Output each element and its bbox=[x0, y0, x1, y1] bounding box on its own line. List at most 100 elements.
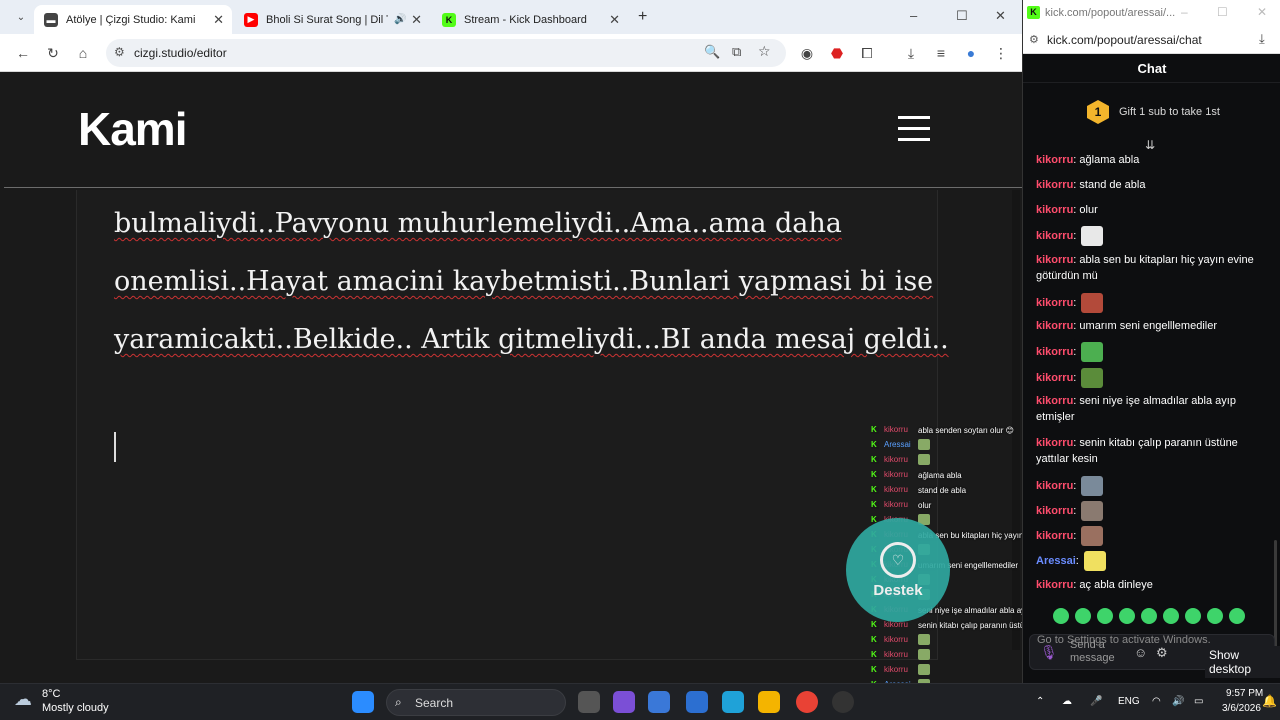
store-icon[interactable] bbox=[648, 691, 670, 713]
chat-username[interactable]: kikorru bbox=[1036, 254, 1073, 266]
emote-icon[interactable] bbox=[1081, 501, 1104, 521]
emoji-icon[interactable]: ☺ bbox=[1134, 645, 1147, 660]
close-tab-icon[interactable]: ✕ bbox=[213, 12, 224, 28]
maximize-button[interactable]: ☐ bbox=[1217, 5, 1228, 19]
back-icon[interactable]: ← bbox=[14, 44, 32, 62]
pin-icon[interactable]: ⇊ bbox=[1145, 138, 1155, 152]
show-hidden-icons-icon[interactable]: ⌃ bbox=[1036, 696, 1044, 707]
chat-username[interactable]: kikorru bbox=[1036, 230, 1073, 242]
emote-icon[interactable] bbox=[1229, 608, 1245, 624]
close-tab-icon[interactable]: ✕ bbox=[411, 12, 422, 28]
close-window-button[interactable]: ✕ bbox=[1257, 5, 1267, 19]
chat-username[interactable]: kikorru bbox=[1036, 437, 1073, 449]
chat-username[interactable]: kikorru bbox=[1036, 179, 1073, 191]
destek-button[interactable]: ♡ Destek bbox=[846, 518, 950, 622]
emote-icon[interactable] bbox=[1097, 608, 1113, 624]
extensions-icon[interactable]: ⧠ bbox=[858, 44, 876, 62]
copilot-icon[interactable] bbox=[613, 691, 635, 713]
gift-sub-banner[interactable]: 1 Gift 1 sub to take 1st bbox=[1087, 99, 1220, 125]
zoom-icon[interactable]: 🔍 bbox=[704, 44, 720, 60]
chat-username[interactable]: kikorru bbox=[1036, 530, 1073, 542]
emote-icon[interactable] bbox=[1075, 608, 1091, 624]
file-explorer-icon[interactable] bbox=[758, 691, 780, 713]
chat-username[interactable]: kikorru bbox=[1036, 579, 1073, 591]
chat-username[interactable]: kikorru bbox=[1036, 204, 1073, 216]
task-view-icon[interactable] bbox=[578, 691, 600, 713]
tab-search-icon[interactable]: ⌄ bbox=[12, 8, 30, 26]
emote-icon[interactable] bbox=[1081, 526, 1104, 546]
chat-username[interactable]: kikorru bbox=[1036, 297, 1073, 309]
emote-icon[interactable] bbox=[1119, 608, 1135, 624]
download-icon[interactable]: ⤓ bbox=[1259, 31, 1265, 47]
site-info-icon[interactable]: ⚙ bbox=[1029, 33, 1039, 46]
address-bar[interactable]: ⚙ cizgi.studio/editor 🔍 ⧉ ☆ bbox=[106, 39, 786, 67]
chat-username[interactable]: kikorru bbox=[1036, 372, 1073, 384]
mic-icon[interactable]: 🎙 bbox=[1040, 644, 1058, 661]
emote-icon[interactable] bbox=[1141, 608, 1157, 624]
notifications-icon[interactable]: 🔔 bbox=[1262, 694, 1277, 708]
settings-icon[interactable]: ⚙ bbox=[1156, 645, 1168, 661]
taskbar-search[interactable]: ⌕ Search bbox=[386, 689, 566, 716]
clock-time[interactable]: 9:57 PM bbox=[1226, 688, 1263, 699]
install-icon[interactable]: ⧉ bbox=[732, 44, 741, 60]
chat-username[interactable]: Aressai bbox=[1036, 555, 1076, 567]
chat-username[interactable]: kikorru bbox=[1036, 320, 1073, 332]
close-tab-icon[interactable]: ✕ bbox=[609, 12, 620, 28]
extension-spy-icon[interactable]: ◉ bbox=[798, 44, 816, 62]
bookmark-star-icon[interactable]: ☆ bbox=[758, 43, 771, 60]
hamburger-menu-icon[interactable] bbox=[898, 116, 930, 142]
start-windows-icon[interactable] bbox=[352, 691, 374, 713]
chat-message: kikorru: olur bbox=[1036, 204, 1098, 216]
weather-icon[interactable]: ☁ bbox=[14, 689, 32, 710]
language-indicator[interactable]: ENG bbox=[1118, 696, 1140, 707]
emote-icon[interactable] bbox=[1185, 608, 1201, 624]
emote-icon[interactable] bbox=[1083, 551, 1106, 571]
emote-icon[interactable] bbox=[1081, 368, 1104, 388]
tab-editor[interactable]: ▬ Atölye | Çizgi Studio: Kami ✕ bbox=[34, 5, 232, 34]
emote-icon[interactable] bbox=[1081, 293, 1104, 313]
chat-username[interactable]: kikorru bbox=[1036, 346, 1073, 358]
site-info-icon[interactable]: ⚙ bbox=[114, 45, 125, 59]
chat-title: Chat bbox=[1023, 55, 1280, 83]
new-tab-button[interactable]: + bbox=[638, 8, 647, 26]
adblock-icon[interactable]: ⬣ bbox=[828, 44, 846, 62]
minimize-button[interactable]: – bbox=[910, 8, 917, 23]
media-controls-icon[interactable]: ≡ bbox=[932, 44, 950, 62]
emote-icon[interactable] bbox=[1081, 226, 1104, 246]
outlook-icon[interactable] bbox=[686, 691, 708, 713]
emote-icon[interactable] bbox=[1081, 476, 1104, 496]
menu-kebab-icon[interactable]: ⋮ bbox=[992, 44, 1010, 62]
chat-username[interactable]: kikorru bbox=[1036, 395, 1073, 407]
obs-icon[interactable] bbox=[832, 691, 854, 713]
tab-youtube[interactable]: ▶ Bholi Si Surat Song | Dil To Pa 🔊 ✕ bbox=[234, 5, 430, 34]
volume-icon[interactable]: 🔊 bbox=[1172, 696, 1184, 707]
site-logo[interactable]: Kami bbox=[78, 102, 187, 156]
minimize-button[interactable]: – bbox=[1181, 5, 1188, 19]
chat-username[interactable]: kikorru bbox=[1036, 154, 1073, 166]
download-icon[interactable]: ⤓ bbox=[902, 44, 920, 62]
chrome-icon[interactable] bbox=[796, 691, 818, 713]
cloud-sync-icon[interactable]: ☁ bbox=[1062, 696, 1072, 707]
maximize-button[interactable]: ☐ bbox=[956, 8, 968, 24]
story-editor[interactable]: bulmaliydi..Pavyonu muhurlemeliydi..Ama.… bbox=[76, 190, 949, 660]
emote-icon[interactable] bbox=[1053, 608, 1069, 624]
speaker-icon[interactable]: 🔊 bbox=[394, 14, 406, 25]
chat-username[interactable]: kikorru bbox=[1036, 480, 1073, 492]
microphone-icon[interactable]: 🎤 bbox=[1090, 696, 1102, 707]
popout-url: kick.com/popout/aressai/chat bbox=[1047, 33, 1202, 47]
chat-username[interactable]: kikorru bbox=[1036, 505, 1073, 517]
reload-icon[interactable]: ↻ bbox=[44, 44, 62, 62]
story-line: onemlisi..Hayat amacini kaybetmisti..Bun… bbox=[114, 266, 934, 297]
battery-icon[interactable]: ▭ bbox=[1194, 696, 1203, 707]
emote-icon[interactable] bbox=[1081, 342, 1104, 362]
emote-icon[interactable] bbox=[1207, 608, 1223, 624]
home-icon[interactable]: ⌂ bbox=[74, 44, 92, 62]
close-window-button[interactable]: ✕ bbox=[995, 8, 1006, 24]
clock-date[interactable]: 3/6/2026 bbox=[1222, 703, 1261, 714]
wifi-icon[interactable]: ◠ bbox=[1152, 696, 1161, 707]
edge-icon[interactable] bbox=[722, 691, 744, 713]
popout-urlbar: ⚙ kick.com/popout/aressai/chat ⤓ bbox=[1023, 27, 1280, 54]
emote-icon[interactable] bbox=[1163, 608, 1179, 624]
profile-avatar-icon[interactable]: ● bbox=[962, 44, 980, 62]
tab-kick[interactable]: K Stream - Kick Dashboard ✕ bbox=[432, 5, 628, 34]
